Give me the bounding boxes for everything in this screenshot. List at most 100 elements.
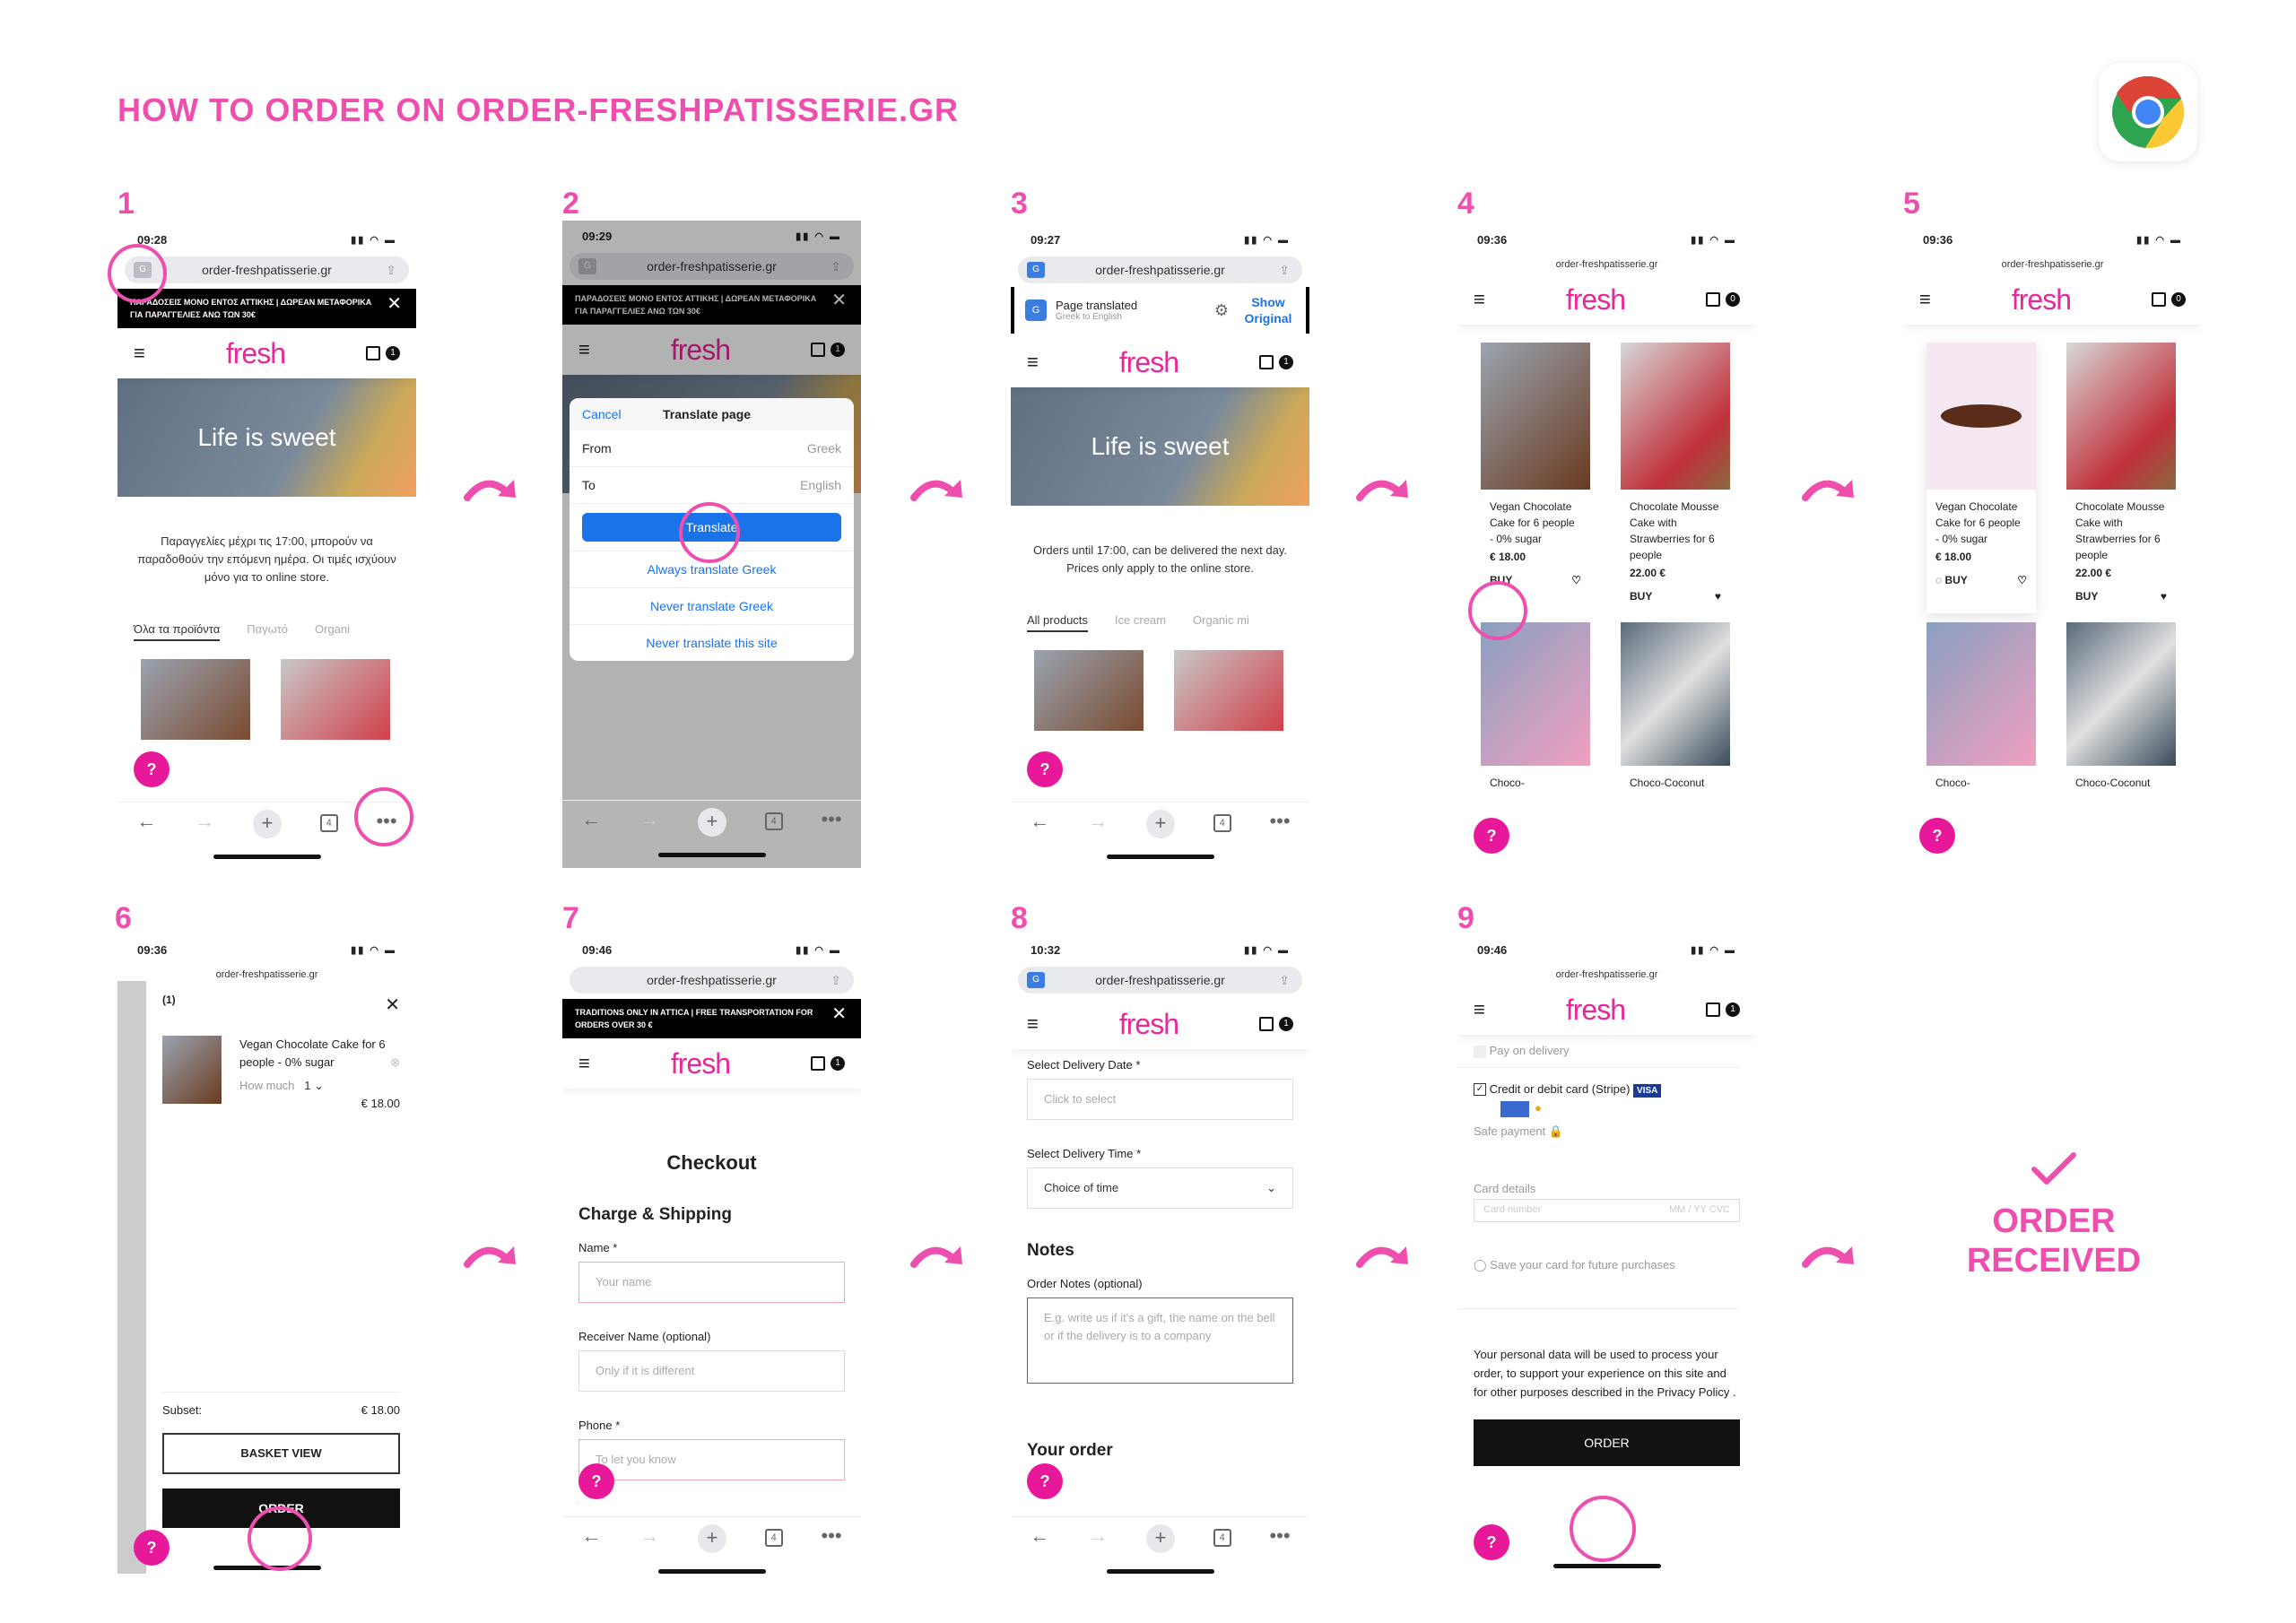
cart-button[interactable]: 1 (1705, 1002, 1740, 1017)
tabs-button[interactable]: 4 (764, 1529, 783, 1547)
product-image[interactable] (1034, 650, 1144, 731)
card-number-input[interactable]: Card number MM / YY CVC (1474, 1199, 1740, 1223)
address-bar[interactable]: Gorder-freshpatisserie.gr ⇪ (1018, 967, 1302, 994)
forward-icon[interactable]: → (639, 1524, 659, 1548)
address-bar[interactable]: Gorder-freshpatisserie.gr ⇪ (125, 256, 409, 283)
cart-button[interactable]: 1 (1258, 355, 1293, 369)
product-card[interactable]: Chocolate Mousse Cake with Strawberries … (1621, 343, 1730, 613)
menu-icon[interactable]: ≡ (1919, 288, 1931, 311)
forward-icon[interactable]: → (1088, 1524, 1108, 1548)
basket-view-button[interactable]: BASKET VIEW (162, 1433, 400, 1474)
help-button[interactable]: ? (1919, 818, 1955, 854)
order-button[interactable]: ORDER (1474, 1419, 1740, 1467)
new-tab-icon[interactable]: + (697, 1524, 726, 1553)
logo[interactable]: fresh (1119, 346, 1179, 379)
close-icon[interactable]: ✕ (387, 295, 402, 313)
heart-filled-icon[interactable]: ♥ (1715, 590, 1721, 603)
cart-button[interactable]: 1 (1258, 1017, 1293, 1031)
buy-button[interactable]: BUY (2075, 590, 2098, 603)
help-button[interactable]: ? (1474, 1524, 1509, 1560)
address-bar[interactable]: order-freshpatisserie.gr ⇪ (570, 967, 854, 994)
new-tab-icon[interactable]: + (697, 808, 726, 837)
tab-icecream[interactable]: Ice cream (1115, 613, 1166, 632)
logo[interactable]: fresh (671, 1047, 731, 1081)
share-icon[interactable]: ⇪ (1279, 263, 1290, 278)
more-icon[interactable]: ••• (1269, 810, 1290, 833)
close-icon[interactable]: ✕ (831, 1005, 847, 1023)
product-image[interactable] (1621, 622, 1730, 766)
gear-icon[interactable]: ⚙ (1214, 301, 1229, 320)
help-button[interactable]: ? (1027, 1463, 1063, 1499)
tabs-button[interactable]: 4 (1213, 814, 1231, 832)
tabs-button[interactable]: 4 (1213, 1529, 1231, 1547)
buy-button[interactable]: BUY (1630, 590, 1652, 603)
delivery-time-select[interactable]: Choice of time ⌄ (1027, 1167, 1293, 1209)
translate-icon[interactable]: G (1027, 972, 1045, 988)
product-card[interactable]: Vegan Chocolate Cake for 6 people - 0% s… (1481, 343, 1590, 613)
cart-button[interactable]: 0 (2151, 292, 2186, 307)
cart-button[interactable]: 0 (1705, 292, 1740, 307)
forward-icon[interactable]: → (1088, 810, 1108, 833)
product-image[interactable] (1481, 343, 1590, 490)
logo[interactable]: fresh (1566, 283, 1626, 317)
to-row[interactable]: To English (570, 467, 854, 504)
order-notes-textarea[interactable]: E.g. write us if it's a gift, the name o… (1027, 1298, 1293, 1384)
product-image[interactable] (1926, 343, 2036, 490)
cart-button[interactable]: 1 (365, 346, 400, 360)
save-card-option[interactable]: ◯ Save your card for future purchases (1457, 1222, 1740, 1310)
menu-icon[interactable]: ≡ (1474, 288, 1485, 311)
tabs-button[interactable]: 4 (764, 812, 783, 830)
radio-unchecked[interactable] (1474, 1045, 1486, 1058)
back-icon[interactable]: ← (1030, 810, 1049, 833)
from-row[interactable]: From Greek (570, 430, 854, 467)
product-image[interactable] (2066, 622, 2176, 766)
logo[interactable]: fresh (1119, 1008, 1179, 1041)
name-input[interactable]: Your name (578, 1262, 845, 1303)
qty-select[interactable]: 1 ⌄ (304, 1079, 324, 1092)
tab-all[interactable]: Όλα τα προϊόντα (134, 622, 221, 641)
help-button[interactable]: ? (134, 751, 170, 787)
translate-icon[interactable]: G (1027, 262, 1045, 278)
product-image[interactable] (1174, 650, 1283, 731)
checkbox-checked[interactable]: ✓ (1474, 1083, 1486, 1097)
receiver-input[interactable]: Only if it is different (578, 1350, 845, 1392)
pay-on-delivery-option[interactable]: Pay on delivery (1457, 1035, 1740, 1068)
share-icon[interactable]: ⇪ (831, 973, 841, 988)
product-card[interactable]: Chocolate Mousse Cake with Strawberries … (2066, 343, 2176, 613)
new-tab-icon[interactable]: + (1145, 810, 1175, 838)
menu-icon[interactable]: ≡ (1027, 351, 1039, 374)
remove-item-icon[interactable]: ⊗ (390, 1036, 400, 1072)
product-image[interactable] (1621, 343, 1730, 490)
product-image[interactable] (2066, 343, 2176, 490)
help-button[interactable]: ? (1027, 751, 1063, 787)
heart-outline-icon[interactable]: ♡ (1571, 574, 1581, 586)
address-bar[interactable]: order-freshpatisserie.gr (1465, 256, 1749, 273)
help-button[interactable]: ? (1474, 818, 1509, 854)
logo[interactable]: fresh (2012, 283, 2072, 317)
forward-icon[interactable]: → (639, 808, 659, 831)
phone-input[interactable]: To let you know (578, 1439, 845, 1480)
menu-icon[interactable]: ≡ (1027, 1012, 1039, 1036)
menu-icon[interactable]: ≡ (578, 1052, 590, 1075)
help-button[interactable]: ? (134, 1530, 170, 1566)
more-icon[interactable]: ••• (1269, 1524, 1290, 1548)
back-icon[interactable]: ← (1030, 1524, 1049, 1548)
product-image[interactable] (1926, 622, 2036, 766)
product-image[interactable] (141, 659, 250, 740)
close-icon[interactable]: ✕ (385, 994, 400, 1016)
back-icon[interactable]: ← (581, 808, 601, 831)
share-icon[interactable]: ⇪ (386, 263, 396, 278)
tab-all[interactable]: All products (1027, 613, 1088, 632)
heart-filled-icon[interactable]: ♥ (2161, 590, 2167, 603)
forward-icon[interactable]: → (195, 810, 214, 833)
more-icon[interactable]: ••• (821, 1524, 841, 1548)
delivery-date-input[interactable]: Click to select (1027, 1079, 1293, 1120)
product-image[interactable] (1481, 622, 1590, 766)
address-bar[interactable]: order-freshpatisserie.gr (1910, 256, 2195, 273)
logo[interactable]: fresh (226, 337, 286, 370)
back-icon[interactable]: ← (581, 1524, 601, 1548)
product-card[interactable]: Vegan Chocolate Cake for 6 people - 0% s… (1926, 343, 2036, 613)
back-icon[interactable]: ← (136, 810, 156, 833)
tabs-button[interactable]: 4 (319, 814, 338, 832)
address-bar[interactable]: Gorder-freshpatisserie.gr ⇪ (1018, 256, 1302, 283)
